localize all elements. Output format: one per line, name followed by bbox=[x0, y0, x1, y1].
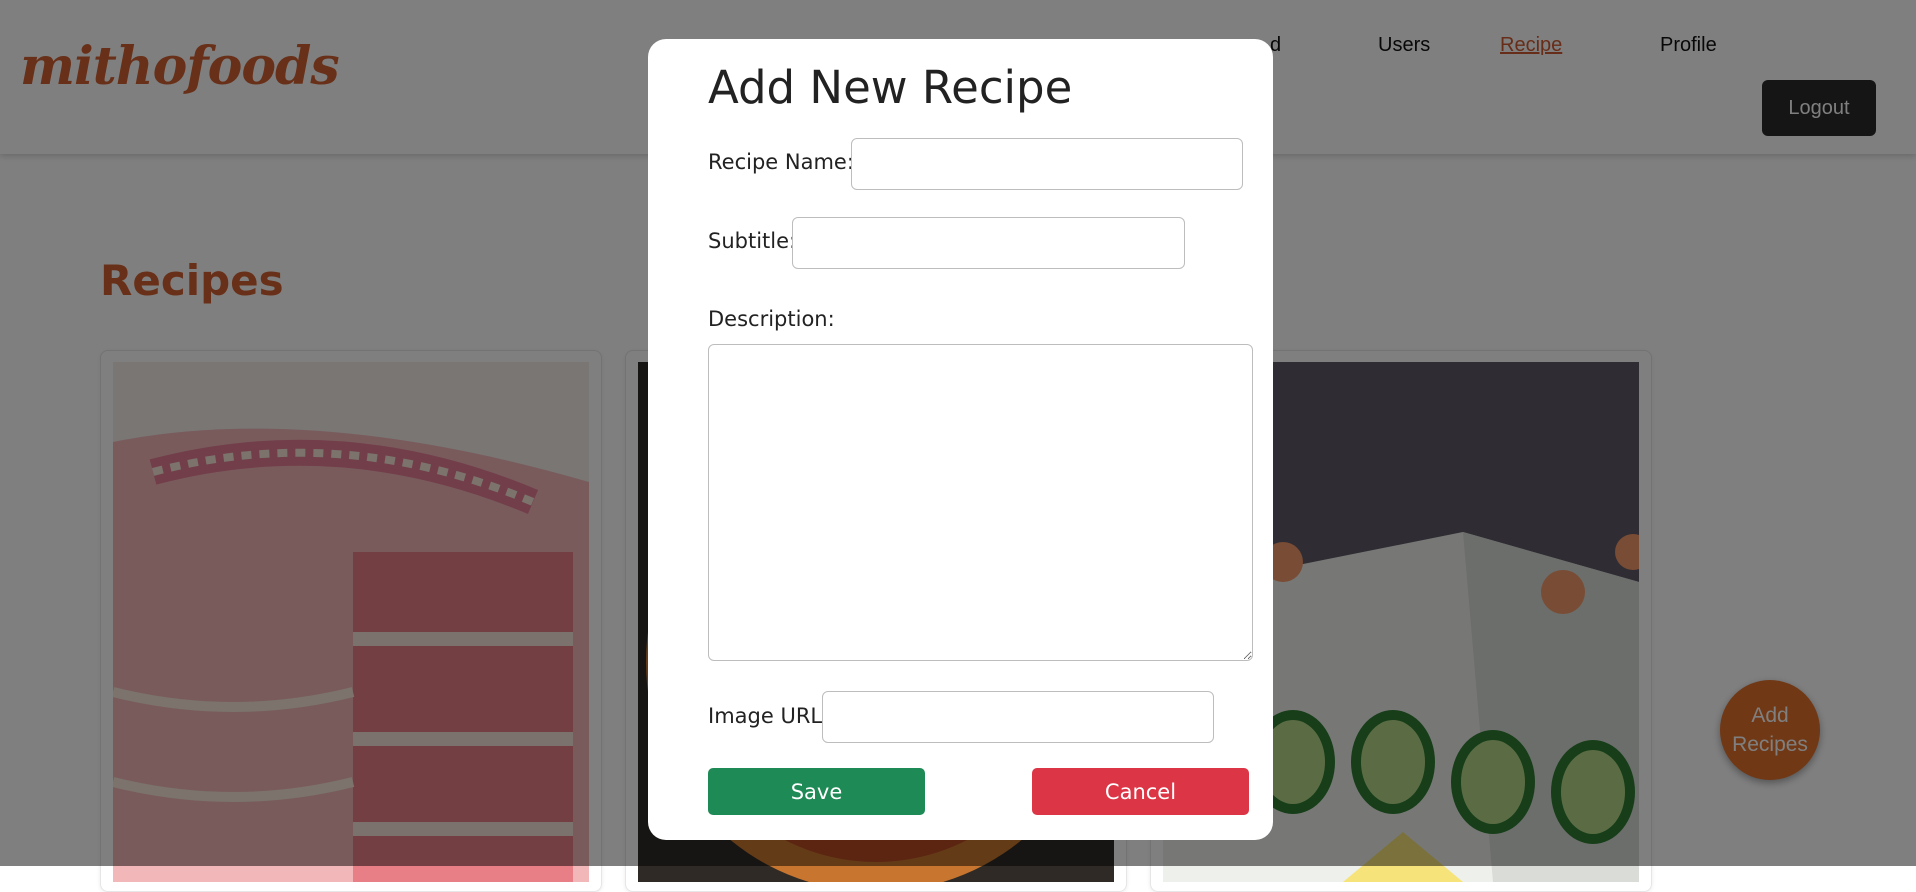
subtitle-input[interactable] bbox=[792, 217, 1185, 269]
cancel-button[interactable]: Cancel bbox=[1032, 768, 1249, 815]
subtitle-label: Subtitle: bbox=[708, 229, 797, 253]
add-recipe-modal: Add New Recipe Recipe Name: Subtitle: De… bbox=[648, 39, 1273, 840]
image-url-input[interactable] bbox=[822, 691, 1214, 743]
description-textarea[interactable] bbox=[708, 344, 1253, 661]
image-url-label: Image URL: bbox=[708, 704, 830, 728]
recipe-name-label: Recipe Name: bbox=[708, 150, 854, 174]
description-label: Description: bbox=[708, 307, 835, 331]
recipe-name-input[interactable] bbox=[851, 138, 1243, 190]
modal-title: Add New Recipe bbox=[708, 61, 1073, 114]
save-button[interactable]: Save bbox=[708, 768, 925, 815]
